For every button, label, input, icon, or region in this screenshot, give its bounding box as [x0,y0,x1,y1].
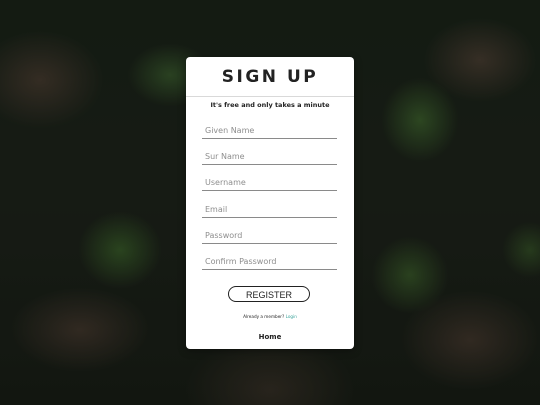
confirm-password-field[interactable] [202,254,337,270]
register-button[interactable]: REGISTER [228,286,310,302]
already-member-label: Already a member? [243,314,285,319]
title-divider [186,96,354,97]
email-field[interactable] [202,202,337,218]
page-title: SIGN UP [221,67,319,87]
sur-name-field[interactable] [202,149,337,165]
home-link[interactable]: Home [186,333,354,341]
subtitle: It's free and only takes a minute [210,101,330,109]
already-member-text: Already a member? Login [186,314,354,319]
signup-card: SIGN UP It's free and only takes a minut… [186,57,354,349]
password-field[interactable] [202,228,337,244]
username-field[interactable] [202,175,337,191]
given-name-field[interactable] [202,123,337,139]
login-link[interactable]: Login [286,314,297,319]
